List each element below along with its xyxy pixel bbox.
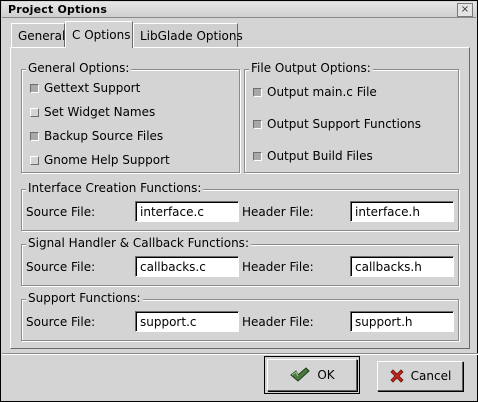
ok-button[interactable]: OK <box>264 356 360 394</box>
interface-source-file-input[interactable]: interface.c <box>135 201 239 222</box>
tab-c-options[interactable]: C Options <box>65 21 133 48</box>
title-bar[interactable]: Project Options × <box>2 2 476 18</box>
tab-libglade-options-label: LibGlade Options <box>140 29 243 43</box>
checkbox-label: Output Build Files <box>267 149 373 163</box>
cancel-x-icon <box>389 368 405 384</box>
checkbox-indicator <box>253 88 262 97</box>
interface-creation-frame: Interface Creation Functions: Source Fil… <box>21 181 459 231</box>
cancel-button-label: Cancel <box>410 369 452 383</box>
output-support-functions-checkbox[interactable]: Output Support Functions <box>253 117 421 133</box>
source-file-label: Source File: <box>26 315 96 329</box>
output-build-files-checkbox[interactable]: Output Build Files <box>253 149 373 165</box>
gettext-support-checkbox[interactable]: Gettext Support <box>30 81 140 97</box>
gnome-help-support-checkbox[interactable]: Gnome Help Support <box>30 153 170 169</box>
checkbox-label: Backup Source Files <box>44 129 164 143</box>
tab-general[interactable]: General <box>11 23 65 47</box>
project-options-window: Project Options × General C Options LibG… <box>0 0 478 402</box>
ok-button-label: OK <box>317 368 335 382</box>
cancel-button[interactable]: Cancel <box>377 361 463 391</box>
checkbox-indicator <box>30 132 39 141</box>
header-file-label: Header File: <box>242 315 314 329</box>
interface-creation-title: Interface Creation Functions: <box>26 181 204 195</box>
checkbox-label: Set Widget Names <box>44 105 156 119</box>
support-source-file-input[interactable]: support.c <box>135 311 239 332</box>
button-separator <box>2 353 478 355</box>
header-file-label: Header File: <box>242 205 314 219</box>
signal-handler-frame: Signal Handler & Callback Functions: Sou… <box>21 236 459 286</box>
callbacks-header-file-input[interactable]: callbacks.h <box>350 256 454 277</box>
support-functions-title: Support Functions: <box>26 291 143 305</box>
checkbox-label: Gettext Support <box>44 81 141 95</box>
backup-source-files-checkbox[interactable]: Backup Source Files <box>30 129 163 145</box>
source-file-label: Source File: <box>26 260 96 274</box>
tab-general-label: General <box>18 29 66 43</box>
source-file-label: Source File: <box>26 205 96 219</box>
general-options-frame: General Options: Gettext Support Set Wid… <box>21 61 240 173</box>
file-output-options-title: File Output Options: <box>249 61 373 75</box>
callbacks-source-file-input[interactable]: callbacks.c <box>135 256 239 277</box>
file-output-options-frame: File Output Options: Output main.c File … <box>244 61 459 173</box>
checkbox-label: Output Support Functions <box>267 117 422 131</box>
checkbox-indicator <box>30 84 39 93</box>
c-options-page: General Options: Gettext Support Set Wid… <box>10 47 470 349</box>
support-header-file-input[interactable]: support.h <box>350 311 454 332</box>
checkbox-indicator <box>253 152 262 161</box>
checkbox-indicator <box>30 156 39 165</box>
checkbox-indicator <box>253 120 262 129</box>
window-title: Project Options <box>8 3 108 16</box>
output-main-c-file-checkbox[interactable]: Output main.c File <box>253 85 377 101</box>
support-functions-frame: Support Functions: Source File: support.… <box>21 291 459 341</box>
checkbox-indicator <box>30 108 39 117</box>
signal-handler-title: Signal Handler & Callback Functions: <box>26 236 251 250</box>
set-widget-names-checkbox[interactable]: Set Widget Names <box>30 105 155 121</box>
header-file-label: Header File: <box>242 260 314 274</box>
interface-header-file-input[interactable]: interface.h <box>350 201 454 222</box>
tab-libglade-options[interactable]: LibGlade Options <box>133 23 243 47</box>
tab-c-options-label: C Options <box>72 28 131 42</box>
checkbox-label: Output main.c File <box>267 85 377 99</box>
close-icon[interactable]: × <box>457 3 473 17</box>
general-options-title: General Options: <box>26 61 132 75</box>
checkbox-label: Gnome Help Support <box>44 153 170 167</box>
ok-check-icon <box>289 366 311 384</box>
